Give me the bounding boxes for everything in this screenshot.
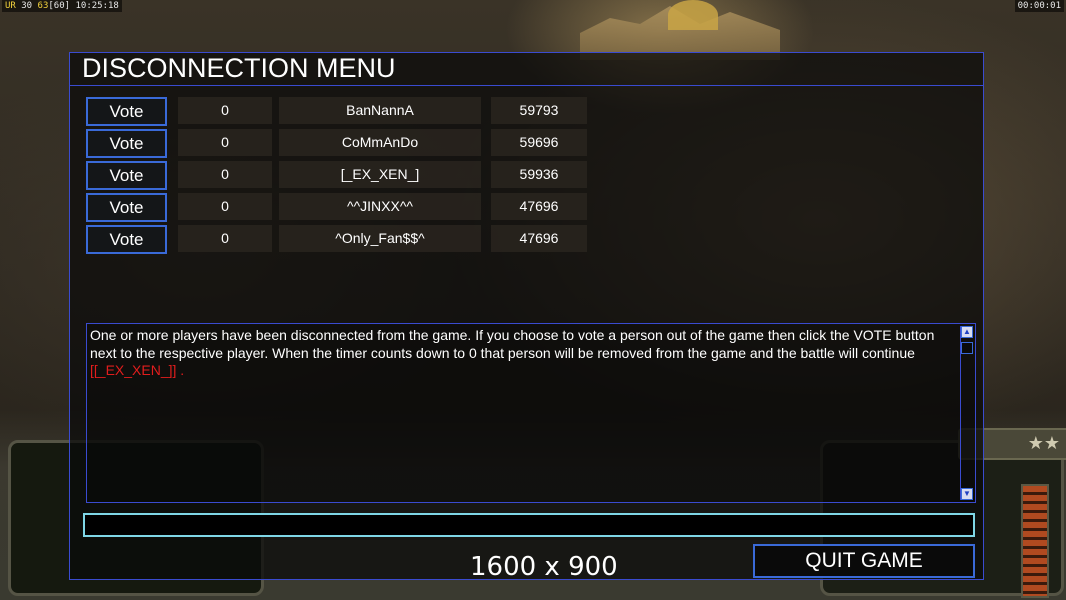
vote-count: 0 [178, 193, 272, 220]
scroll-up-icon[interactable]: ▲ [961, 326, 973, 338]
vote-button[interactable]: Vote [86, 161, 167, 190]
fps-value-b: 63 [37, 1, 49, 11]
vote-button[interactable]: Vote [86, 129, 167, 158]
chat-input[interactable] [83, 513, 975, 537]
fps-status: UR 30 63[60] 10:25:18 [2, 0, 122, 12]
fps-cap: [60] [48, 1, 71, 11]
menu-title: DISCONNECTION MENU [82, 53, 396, 83]
player-timer: 47696 [491, 193, 587, 220]
disconnect-notice: One or more players have been disconnect… [90, 327, 935, 361]
player-name: [_EX_XEN_] [279, 161, 481, 188]
disconnected-player-notice: [[_EX_XEN_]] . [90, 362, 185, 378]
vote-button[interactable]: Vote [86, 225, 167, 254]
status-prefix: UR [5, 1, 16, 11]
message-text-area: One or more players have been disconnect… [90, 327, 956, 380]
vote-button[interactable]: Vote [86, 97, 167, 126]
power-meter [1021, 484, 1049, 598]
message-log: One or more players have been disconnect… [86, 323, 976, 503]
player-timer: 59696 [491, 129, 587, 156]
player-timer: 59793 [491, 97, 587, 124]
fps-value-a: 30 [21, 1, 33, 11]
game-clock: 00:00:01 [1014, 0, 1064, 12]
vote-count: 0 [178, 129, 272, 156]
scene-dome [668, 0, 718, 30]
disconnection-menu: DISCONNECTION MENU Vote 0 BanNannA 59793… [69, 52, 984, 580]
player-name: ^^JINXX^^ [279, 193, 481, 220]
player-timer: 47696 [491, 225, 587, 252]
vote-button[interactable]: Vote [86, 193, 167, 222]
player-name: BanNannA [279, 97, 481, 124]
system-time: 10:25:18 [75, 1, 119, 11]
scroll-thumb[interactable] [961, 342, 973, 354]
title-divider [70, 85, 983, 86]
vote-count: 0 [178, 97, 272, 124]
player-name: ^Only_Fan$$^ [279, 225, 481, 252]
player-timer: 59936 [491, 161, 587, 188]
scroll-down-icon[interactable]: ▼ [961, 488, 973, 500]
resolution-overlay: 1600 x 900 [470, 552, 618, 582]
quit-game-button[interactable]: QUIT GAME [753, 544, 975, 578]
vote-count: 0 [178, 161, 272, 188]
message-scrollbar[interactable]: ▲ ▼ [960, 326, 973, 500]
vote-count: 0 [178, 225, 272, 252]
player-name: CoMmAnDo [279, 129, 481, 156]
